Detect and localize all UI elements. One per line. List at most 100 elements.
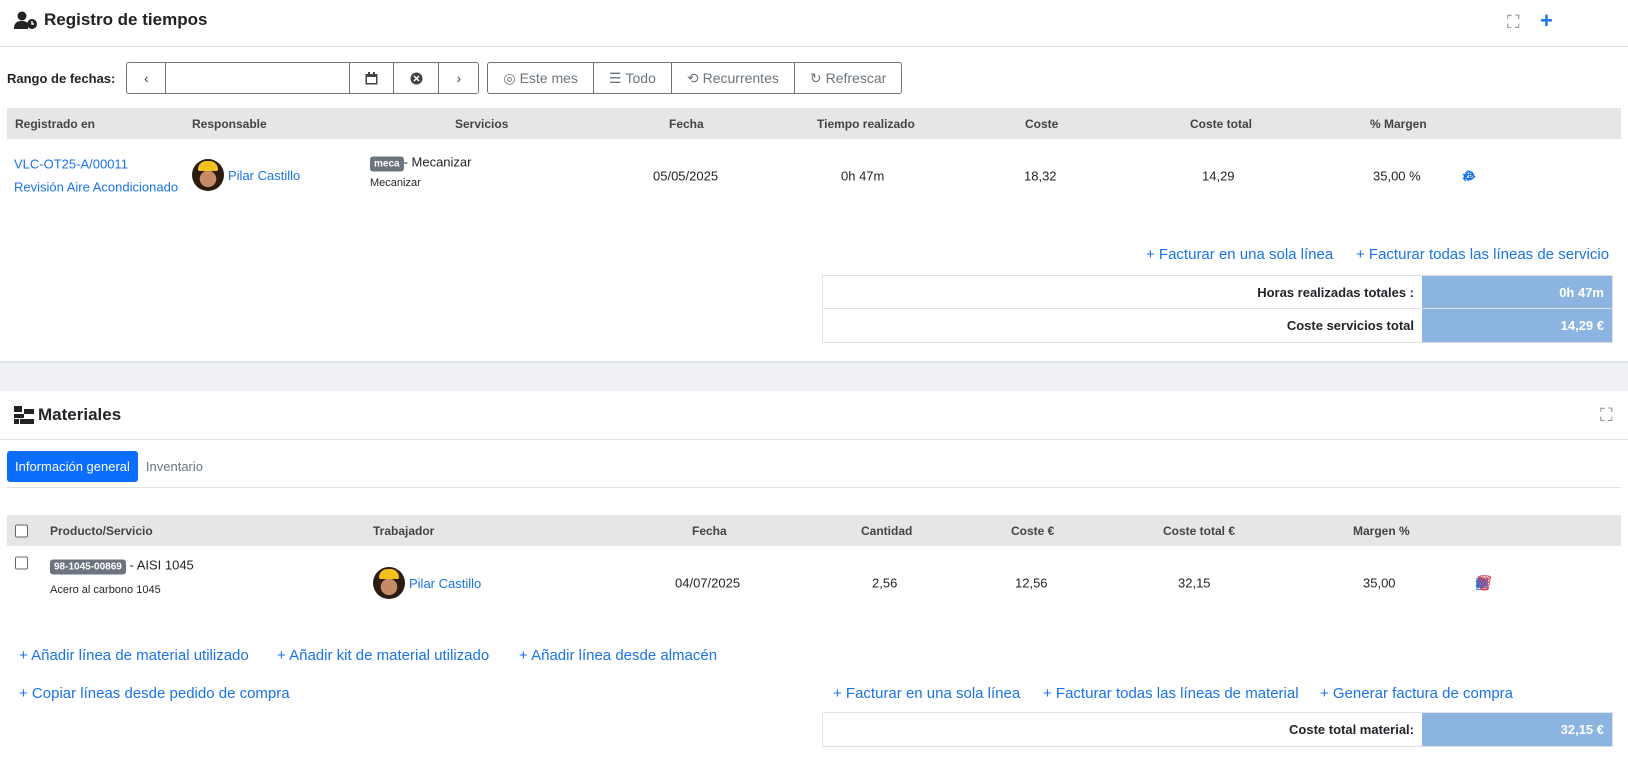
col-mat-date: Fecha — [692, 523, 727, 538]
calendar-button[interactable] — [350, 63, 395, 93]
invoice-all-services-link[interactable]: + Facturar todas las líneas de servicio — [1356, 246, 1609, 263]
registered-code-link[interactable]: VLC-OT25-A/00011 — [14, 157, 128, 172]
materials-expand-icon[interactable]: ⛶ — [1600, 405, 1613, 426]
col-mat-margin: Margen % — [1353, 523, 1410, 538]
tab-inventory[interactable]: Inventario — [138, 451, 211, 482]
expand-icon[interactable]: ⛶ — [1507, 12, 1520, 33]
time-table-row: VLC-OT25-A/00011 Revisión Aire Acondicio… — [7, 140, 1621, 212]
col-margin: % Margen — [1370, 116, 1427, 131]
filter-all-button[interactable]: ☰ Todo — [594, 63, 672, 93]
time-section-title-text: Registro de tiempos — [44, 10, 208, 29]
service-badge: meca — [370, 156, 404, 172]
mat-cost: 12,56 — [1015, 575, 1048, 591]
add-time-button[interactable]: + — [1540, 8, 1553, 34]
mat-invoice-single-link[interactable]: + Facturar en una sola línea — [833, 685, 1020, 702]
materials-title: Materiales — [14, 405, 121, 425]
responsible-cell: Pilar Castillo — [192, 159, 300, 191]
summary-hours-label: Horas realizadas totales : — [1257, 285, 1414, 300]
product-sub: Acero al carbono 1045 — [50, 584, 161, 596]
row-time: 0h 47m — [841, 168, 885, 184]
invoice-single-link[interactable]: + Facturar en una sola línea — [1146, 246, 1333, 263]
target-icon: ◎ — [503, 69, 516, 86]
materials-section-header: Materiales ⛶ — [0, 392, 1628, 440]
repeat-icon: ⟲ — [686, 69, 699, 86]
avatar — [192, 159, 224, 191]
materials-tabs: Información general Inventario — [7, 451, 211, 482]
filter-recurrent-button[interactable]: ⟲ Recurrentes — [672, 63, 795, 93]
col-quantity: Cantidad — [861, 523, 913, 538]
mat-date: 04/07/2025 — [675, 575, 741, 591]
tab-general-info[interactable]: Información general — [7, 451, 138, 482]
summary-row-hours: Horas realizadas totales : 0h 47m — [823, 276, 1612, 309]
date-range-picker: ‹ › — [126, 62, 480, 94]
row-total-cost: 14,29 — [1202, 168, 1235, 184]
boxes-icon — [14, 406, 34, 424]
product-cell: 98-1045-00869 - AISI 1045 — [50, 557, 194, 575]
filter-this-month-label: Este mes — [519, 70, 578, 86]
add-material-line-link[interactable]: + Añadir línea de material utilizado — [19, 647, 249, 664]
service-sub: Mecanizar — [370, 177, 421, 189]
next-range-button[interactable]: › — [439, 63, 478, 93]
materials-title-text: Materiales — [38, 405, 122, 424]
filter-recurrent-label: Recurrentes — [702, 70, 779, 86]
summary-cost-value: 14,29 € — [1422, 309, 1612, 342]
add-from-warehouse-link[interactable]: + Añadir línea desde almacén — [519, 647, 717, 664]
list-icon: ☰ — [608, 69, 622, 86]
col-mat-total: Coste total € — [1163, 523, 1236, 538]
summary-row-material-total: Coste total material: 32,15 € — [823, 713, 1612, 746]
time-summary: Horas realizadas totales : 0h 47m Coste … — [822, 275, 1613, 343]
close-circle-icon — [410, 72, 423, 84]
col-mat-cost: Coste € — [1011, 523, 1055, 538]
materials-table-row: 98-1045-00869 - AISI 1045 Acero al carbo… — [7, 548, 1621, 610]
registered-name-link[interactable]: Revisión Aire Acondicionado — [14, 180, 178, 195]
chevron-right-icon: › — [456, 70, 462, 86]
col-services: Servicios — [455, 116, 509, 131]
date-range-row: Rango de fechas: ‹ › ◎ Este mes ☰ Todo ⟲ Re… — [7, 62, 903, 94]
col-registered: Registrado en — [15, 116, 96, 131]
row-margin: 35,00 % — [1373, 168, 1421, 184]
date-range-input[interactable] — [166, 63, 351, 93]
materials-summary: Coste total material: 32,15 € — [822, 712, 1613, 747]
avatar — [373, 567, 405, 599]
col-responsible: Responsable — [192, 116, 267, 131]
prev-range-button[interactable]: ‹ — [127, 63, 167, 93]
chevron-left-icon: ‹ — [144, 70, 149, 86]
copy-from-purchase-order-link[interactable]: + Copiar líneas desde pedido de compra — [19, 685, 290, 702]
mat-margin: 35,00 — [1363, 575, 1396, 591]
mat-total-cost: 32,15 — [1178, 575, 1211, 591]
worker-link[interactable]: Pilar Castillo — [409, 576, 481, 591]
filter-button-group: ◎ Este mes ☰ Todo ⟲ Recurrentes ↻ Refrescar — [487, 62, 903, 94]
col-date: Fecha — [669, 116, 704, 131]
col-time: Tiempo realizado — [817, 116, 915, 131]
material-total-value: 32,15 € — [1422, 713, 1612, 746]
mat-invoice-all-link[interactable]: + Facturar todas las líneas de material — [1043, 685, 1299, 702]
tabs-divider — [7, 487, 1621, 488]
col-cost: Coste — [1025, 116, 1059, 131]
clear-date-button[interactable] — [394, 63, 440, 93]
refresh-icon: ↻ — [809, 69, 822, 86]
materials-table-header: Producto/Servicio Trabajador Fecha Canti… — [7, 515, 1621, 546]
time-table-header: Registrado en Responsable Servicios Fech… — [7, 108, 1621, 139]
user-clock-icon — [14, 11, 37, 29]
filter-this-month-button[interactable]: ◎ Este mes — [488, 63, 594, 93]
col-product: Producto/Servicio — [50, 523, 153, 538]
responsible-link[interactable]: Pilar Castillo — [228, 168, 300, 183]
add-material-kit-link[interactable]: + Añadir kit de material utilizado — [277, 647, 489, 664]
calendar-icon — [365, 71, 378, 84]
summary-row-cost: Coste servicios total 14,29 € — [823, 309, 1612, 342]
col-total-cost: Coste total — [1190, 116, 1253, 131]
refresh-button[interactable]: ↻ Refrescar — [795, 63, 901, 93]
material-total-label: Coste total material: — [1289, 722, 1414, 737]
worker-cell: Pilar Castillo — [373, 567, 481, 599]
filter-all-label: Todo — [625, 70, 656, 86]
row-date: 05/05/2025 — [653, 168, 719, 184]
more-icon[interactable]: ··· — [1462, 168, 1477, 185]
summary-hours-value: 0h 47m — [1422, 276, 1612, 308]
time-section-header: Registro de tiempos ⛶ + — [0, 0, 1628, 47]
generate-purchase-invoice-link[interactable]: + Generar factura de compra — [1320, 685, 1513, 702]
trash-icon[interactable]: 🗑 — [1475, 574, 1494, 592]
product-name: - AISI 1045 — [129, 557, 194, 573]
refresh-label: Refrescar — [825, 70, 887, 86]
date-range-label: Rango de fechas: — [7, 70, 116, 86]
service-cell: meca - Mecanizar — [370, 155, 472, 172]
